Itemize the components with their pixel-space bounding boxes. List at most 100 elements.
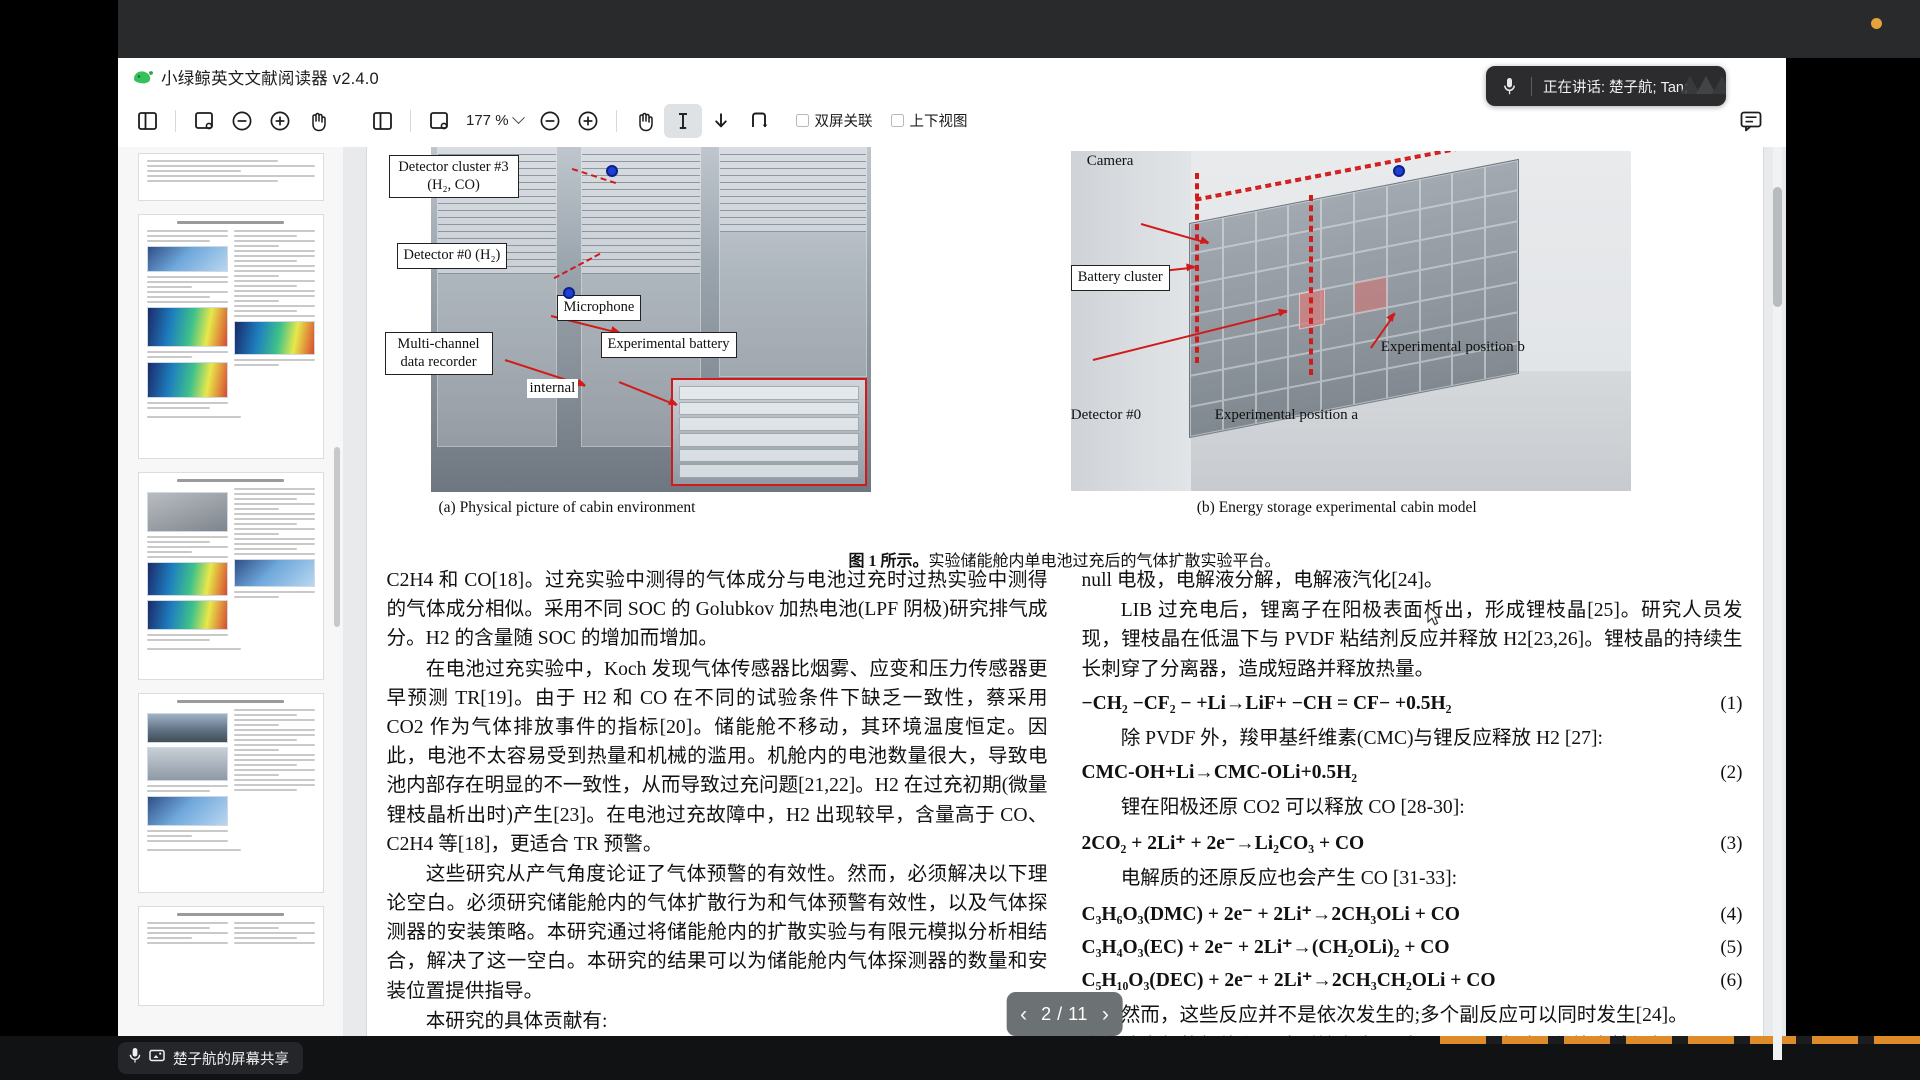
cabin-3d-model <box>1070 151 1631 491</box>
paragraph: C2H4 和 CO[18]。过充实验中测得的气体成分与电池过充时过热实验中测得的… <box>386 570 1048 650</box>
equation-row: CMC-OH+Li→CMC-OLi+0.5H₂ (2) <box>1082 762 1743 784</box>
checkbox-box <box>890 114 904 127</box>
zoom-level-selector[interactable]: 177 % <box>458 111 531 129</box>
equation: C₃H₄O₃(EC) + 2e⁻ + 2Li⁺→(CH₂OLi)₂ + CO <box>1081 937 1450 959</box>
text-select-icon[interactable] <box>663 103 702 138</box>
thumbnail-page[interactable] <box>137 153 324 201</box>
pan-hand-icon-left[interactable] <box>299 104 337 138</box>
screen-share-icon <box>149 1049 165 1068</box>
equation-number: (2) <box>1720 761 1743 783</box>
microphone-icon <box>129 1047 141 1069</box>
recording-indicator-icon <box>1871 18 1882 29</box>
bookmark-icon[interactable] <box>740 104 778 138</box>
zoom-in-icon-left[interactable] <box>261 104 299 138</box>
page-navigator[interactable]: ‹ 2 / 11 › <box>1006 992 1123 1036</box>
equation: 2CO₂ + 2Li⁺ + 2e⁻→Li₂CO₃ + CO <box>1081 833 1365 855</box>
label-text: internal <box>529 380 576 396</box>
thumbnail-scrollbar[interactable] <box>334 447 340 627</box>
meeting-top-bar <box>118 0 1920 58</box>
label-text: Detector cluster #3 (H₂, CO) <box>398 159 509 193</box>
equation-number: (6) <box>1720 970 1743 992</box>
equation: CMC-OH+Li→CMC-OLi+0.5H₂ <box>1081 761 1358 783</box>
thumbnail-page[interactable] <box>137 214 324 459</box>
toolbar-divider <box>175 109 176 132</box>
label-text: Multi-channel data recorder <box>397 336 480 370</box>
right-column[interactable]: null 电极，电解液分解，电解液汽化[24]。 LIB 过充电后，锂离子在阳极… <box>1082 566 1743 1060</box>
chevron-left-icon[interactable]: ‹ <box>1020 1004 1027 1025</box>
page-fit-icon[interactable] <box>420 104 458 138</box>
thumbnail-content <box>146 700 315 886</box>
speaking-text: 正在讲话: 楚子航; Tan; <box>1543 79 1689 96</box>
page-viewport: Detector cluster #3 (H₂, CO) Detector #0… <box>343 147 1786 1060</box>
label-battery-cluster: Battery cluster <box>1070 265 1170 291</box>
toolbar-divider-2 <box>410 109 411 132</box>
chevron-right-icon[interactable]: › <box>1102 1004 1109 1025</box>
equation: −CH₂ −CF₂ − +Li→LiF+ −CH = CF− +0.5H₂ <box>1081 692 1452 714</box>
zoom-level-value: 177 % <box>466 112 509 129</box>
equation-number: (5) <box>1720 937 1743 959</box>
desktop-right-edge <box>1786 58 1920 1080</box>
equation-row: C₅H₁₀O₃(DEC) + 2e⁻ + 2Li⁺→2CH₃CH₂OLi + C… <box>1082 968 1743 992</box>
speaking-notification: 正在讲话: 楚子航; Tan; <box>1486 66 1726 106</box>
equation-number: (1) <box>1720 692 1743 714</box>
label-experimental-position-a: Experimental position a <box>1214 407 1359 423</box>
screen-share-label: 楚子航的屏幕共享 <box>173 1051 289 1068</box>
equation-row: 2CO₂ + 2Li⁺ + 2e⁻→Li₂CO₃ + CO (3) <box>1082 831 1743 855</box>
zoom-out-icon-left[interactable] <box>223 104 261 138</box>
toolbar-divider-3 <box>615 109 617 132</box>
cabin-photo <box>430 147 871 492</box>
text-columns: C2H4 和 CO[18]。过充实验中测得的气体成分与电池过充时过热实验中测得的… <box>367 566 1763 1060</box>
thumbnail-content <box>146 160 315 194</box>
equation-number: (4) <box>1720 904 1743 926</box>
pill-divider <box>1531 76 1532 96</box>
label-detector-0: Detector #0 <box>1070 407 1142 423</box>
dual-screen-link-checkbox[interactable]: 双屏关联 <box>795 110 873 131</box>
figure-caption-b: (b) Energy storage experimental cabin mo… <box>1196 499 1477 516</box>
detector-marker <box>605 165 618 177</box>
sidebar-toggle-icon-left[interactable] <box>128 104 166 138</box>
label-experimental-position-b: Experimental position b <box>1380 339 1525 355</box>
figure-1: Detector cluster #3 (H₂, CO) Detector #0… <box>367 147 1763 532</box>
figure-caption-a: (a) Physical picture of cabin environmen… <box>438 499 696 516</box>
thumbnail-content <box>146 913 315 999</box>
lead-in: 锂在阳极还原 CO2 可以释放 CO [28-30]: <box>1120 796 1465 818</box>
zoom-out-icon[interactable] <box>531 104 569 138</box>
app-window: 小绿鲸英文文献阅读器 v2.4.0 正在讲话: 楚子航; Tan; 177 % … <box>118 58 1786 1060</box>
label-detector-0-h2: Detector #0 (H₂) <box>396 243 508 269</box>
page-scrollbar-thumb[interactable] <box>1773 187 1782 307</box>
vertical-view-label: 上下视图 <box>909 114 968 130</box>
figure-1a: Detector cluster #3 (H₂, CO) Detector #0… <box>379 147 1051 532</box>
checkbox-box <box>795 114 809 127</box>
paragraph: 本研究的具体贡献有: <box>425 1010 608 1032</box>
desktop-left-rail <box>0 0 118 1080</box>
label-text: Detector #0 (H₂) <box>403 247 501 263</box>
label-text: Battery cluster <box>1077 269 1163 285</box>
label-detector-cluster-3: Detector cluster #3 (H₂, CO) <box>388 155 519 199</box>
label-experimental-battery: Experimental battery <box>600 332 737 358</box>
paragraph: 在电池过充实验中，Koch 发现气体传感器比烟雾、应变和压力传感器更早预测 TR… <box>386 658 1048 855</box>
screen-share-indicator[interactable]: 楚子航的屏幕共享 <box>118 1042 303 1074</box>
thumbnail-page[interactable] <box>137 906 324 1006</box>
thumbnail-page[interactable] <box>137 693 324 893</box>
label-text: Microphone <box>563 299 635 315</box>
thumbnail-sidebar[interactable] <box>118 147 343 1060</box>
pan-hand-icon[interactable] <box>626 104 664 138</box>
app-body: Detector cluster #3 (H₂, CO) Detector #0… <box>118 147 1786 1060</box>
page-indicator: 2 / 11 <box>1041 1003 1088 1024</box>
zoom-in-icon[interactable] <box>569 104 607 138</box>
dual-screen-link-label: 双屏关联 <box>814 114 873 130</box>
inset-cells <box>678 386 859 478</box>
green-whale-icon <box>132 68 154 86</box>
thumbnail-page[interactable] <box>137 472 324 680</box>
battery-inset <box>670 378 867 486</box>
left-column[interactable]: C2H4 和 CO[18]。过充实验中测得的气体成分与电池过充时过热实验中测得的… <box>387 566 1048 1060</box>
page-fit-icon-left[interactable] <box>185 104 223 138</box>
comment-lines-icon[interactable] <box>1732 104 1770 138</box>
paragraph: 这些研究从产气角度论证了气体预警的有效性。然而，必须解决以下理论空白。必须研究储… <box>386 863 1048 1002</box>
paragraph: 然而，这些反应并不是依次发生的;多个副反应可以同时发生[24]。 <box>1120 1005 1688 1027</box>
vertical-view-checkbox[interactable]: 上下视图 <box>890 110 968 131</box>
download-icon[interactable] <box>702 104 740 138</box>
equation: C₅H₁₀O₃(DEC) + 2e⁻ + 2Li⁺→2CH₃CH₂OLi + C… <box>1081 970 1496 992</box>
sidebar-toggle-icon[interactable] <box>363 104 401 138</box>
label-text: Experimental battery <box>607 336 730 352</box>
